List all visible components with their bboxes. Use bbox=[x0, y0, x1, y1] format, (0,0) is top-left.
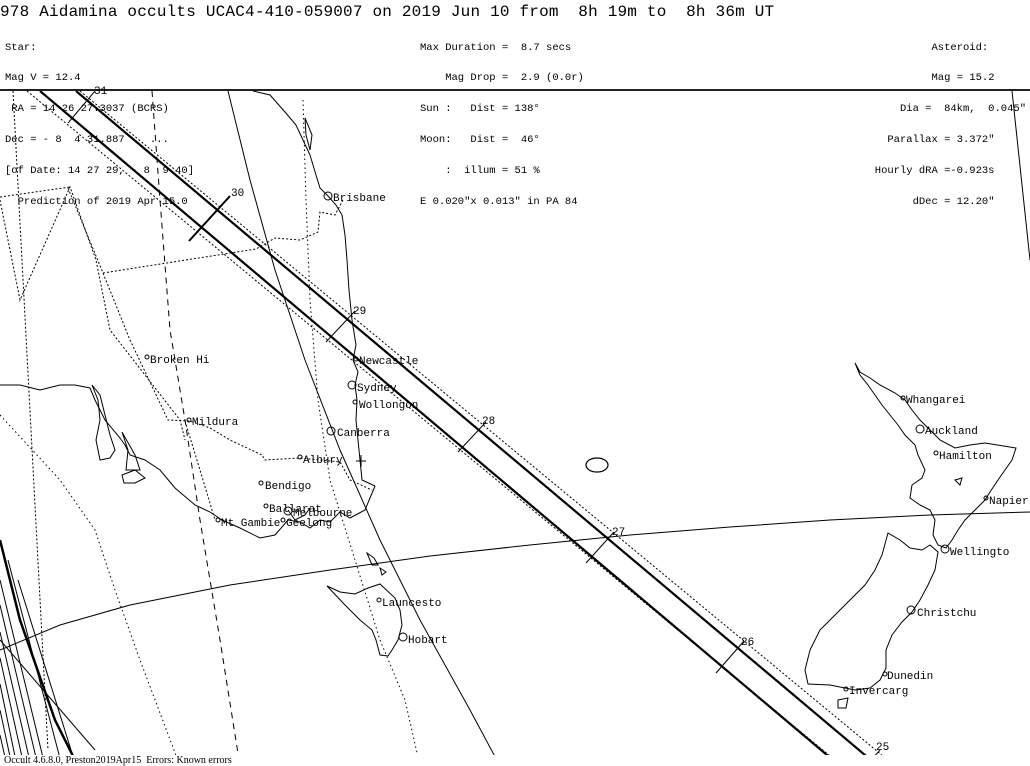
city-broken-hill: Broken Hi bbox=[144, 354, 210, 367]
time-tick-27 bbox=[585, 531, 615, 564]
city-launceston: Launcesto bbox=[376, 597, 441, 610]
svg-text:Invercarg: Invercarg bbox=[849, 686, 908, 698]
svg-text:Napier: Napier bbox=[989, 496, 1029, 508]
city-newcastle: Newcastle bbox=[353, 356, 418, 368]
city-wellington: Wellingto bbox=[940, 544, 1009, 559]
svg-text:Newcastle: Newcastle bbox=[359, 356, 418, 368]
city-hobart: Hobart bbox=[398, 632, 448, 647]
cross-marker bbox=[356, 455, 366, 467]
spencer-gulf bbox=[91, 384, 116, 461]
city-christchurch: Christchu bbox=[906, 605, 976, 620]
svg-text:Bendigo: Bendigo bbox=[265, 481, 311, 493]
boundary-qld-nsw bbox=[102, 199, 344, 274]
tick-label-31: 31 bbox=[94, 86, 108, 98]
coastline-australia bbox=[0, 91, 376, 539]
svg-text:Hamilton: Hamilton bbox=[939, 451, 992, 463]
svg-text:Mt Gambie: Mt Gambie bbox=[221, 518, 280, 530]
stewart-island bbox=[837, 697, 849, 709]
svg-text:Wollongon: Wollongon bbox=[359, 400, 418, 412]
city-brisbane: Brisbane bbox=[323, 191, 386, 205]
time-tick-29 bbox=[325, 310, 356, 343]
city-napier: Napier bbox=[983, 495, 1029, 508]
city-dunedin: Dunedin bbox=[882, 671, 933, 683]
city-sydney: Sydney bbox=[347, 380, 397, 395]
svg-text:Sydney: Sydney bbox=[357, 383, 397, 395]
city-geelong: Geelong bbox=[280, 517, 332, 530]
city-canberra: Canberra bbox=[326, 426, 390, 440]
lake-taupo bbox=[954, 477, 963, 486]
horizon-line bbox=[0, 511, 1030, 651]
boundary-nt-qld-sa bbox=[0, 186, 71, 198]
tick-label-25: 25 bbox=[876, 742, 889, 754]
city-mildura: Mildura bbox=[186, 417, 239, 429]
svg-text:Whangarei: Whangarei bbox=[906, 395, 966, 407]
svg-text:Canberra: Canberra bbox=[337, 428, 390, 440]
svg-text:Launcesto: Launcesto bbox=[382, 598, 441, 610]
tick-label-28: 28 bbox=[482, 416, 495, 428]
svg-text:Hobart: Hobart bbox=[408, 635, 448, 647]
svg-text:Wellingto: Wellingto bbox=[950, 547, 1009, 559]
time-tick-26 bbox=[715, 640, 745, 674]
king-island bbox=[379, 566, 387, 576]
gulf-st-vincent bbox=[121, 431, 141, 471]
svg-text:Mildura: Mildura bbox=[192, 417, 239, 429]
moon-position-marker bbox=[585, 457, 609, 473]
boundary-sa-nt bbox=[0, 185, 186, 441]
svg-text:Auckland: Auckland bbox=[925, 426, 978, 438]
boundary-vic-sa-south bbox=[184, 420, 216, 521]
city-hamilton: Hamilton bbox=[933, 450, 992, 463]
city-whangarei: Whangarei bbox=[900, 395, 966, 407]
night-hatching bbox=[0, 539, 96, 755]
coastline-nz-north bbox=[854, 362, 1017, 549]
city-albury: Albury bbox=[297, 454, 343, 467]
tick-label-29: 29 bbox=[353, 306, 366, 318]
dotted-limit-line-far-west bbox=[0, 414, 177, 755]
svg-text:Brisbane: Brisbane bbox=[333, 193, 386, 205]
svg-text:Broken Hi: Broken Hi bbox=[150, 355, 210, 367]
city-invercargill: Invercarg bbox=[843, 686, 908, 698]
tick-label-27: 27 bbox=[612, 527, 625, 539]
cities: Brisbane Broken Hi Newcastle Sydney Woll… bbox=[144, 191, 1029, 698]
tick-label-26: 26 bbox=[741, 637, 754, 649]
east-edge-line bbox=[1011, 91, 1030, 261]
fraser-island bbox=[304, 117, 313, 151]
city-mt-gambier: Mt Gambie bbox=[215, 517, 280, 530]
kangaroo-island bbox=[121, 469, 146, 484]
state-boundaries bbox=[0, 91, 373, 751]
svg-text:Geelong: Geelong bbox=[286, 518, 332, 530]
city-wollongong: Wollongon bbox=[352, 399, 418, 412]
path-limits bbox=[39, 91, 867, 755]
city-bendigo: Bendigo bbox=[258, 480, 311, 493]
occultation-path-map: 31 30 29 28 27 26 25 Brisbane Broken Hi … bbox=[0, 86, 1030, 755]
path-limit-south bbox=[39, 91, 829, 755]
city-auckland: Auckland bbox=[915, 424, 978, 438]
svg-text:Albury: Albury bbox=[303, 455, 343, 467]
svg-text:Christchu: Christchu bbox=[917, 608, 976, 620]
svg-text:Dunedin: Dunedin bbox=[887, 671, 933, 683]
tick-label-30: 30 bbox=[231, 188, 244, 200]
path-uncertainty-limits bbox=[26, 91, 883, 755]
terminator-lines bbox=[0, 91, 1030, 755]
software-credit-footer: Occult 4.6.8.0, Preston2019Apr15 Errors:… bbox=[4, 755, 232, 766]
